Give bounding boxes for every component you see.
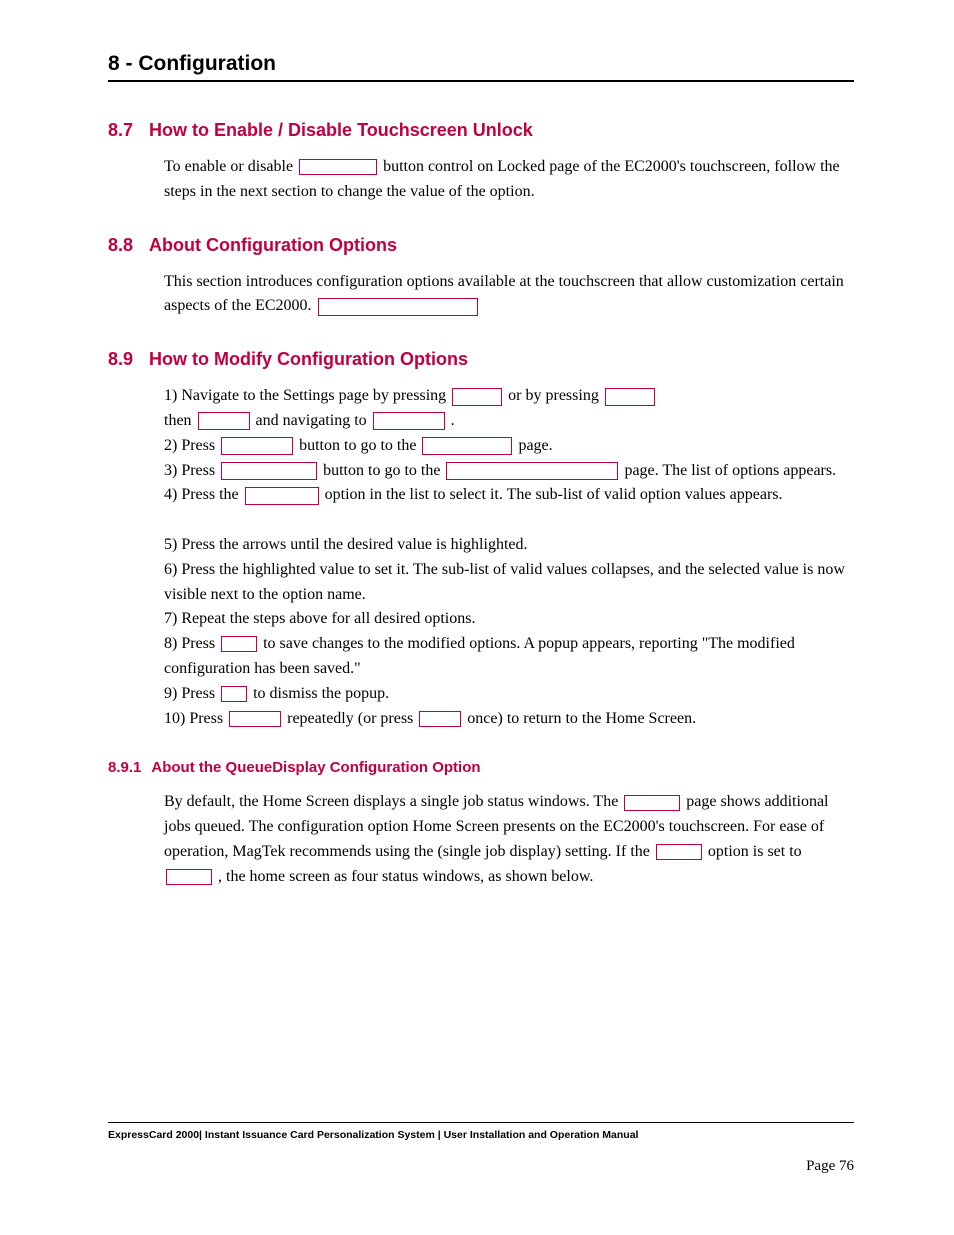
section-title: How to Enable / Disable Touchscreen Unlo… — [149, 120, 533, 141]
section-body: To enable or disable button control on L… — [164, 155, 854, 205]
section-number: 8.8 — [108, 235, 133, 256]
subsection-number: 8.9.1 — [108, 759, 141, 776]
section-8-8: 8.8 About Configuration Options This sec… — [108, 235, 854, 320]
document-page: 8 - Configuration 8.7 How to Enable / Di… — [0, 0, 954, 1235]
section-number: 8.9 — [108, 349, 133, 370]
section-title: How to Modify Configuration Options — [149, 349, 468, 370]
footer-rule — [108, 1122, 854, 1123]
section-body: This section introduces configuration op… — [164, 270, 854, 320]
subsection-title: About the QueueDisplay Configuration Opt… — [151, 759, 480, 776]
subsection-heading: 8.9.1 About the QueueDisplay Configurati… — [108, 759, 854, 776]
page-number: Page 76 — [806, 1158, 854, 1175]
subsection-body: By default, the Home Screen displays a s… — [164, 790, 854, 889]
section-heading: 8.9 How to Modify Configuration Options — [108, 349, 854, 370]
section-8-7: 8.7 How to Enable / Disable Touchscreen … — [108, 120, 854, 205]
footer-text: ExpressCard 2000| Instant Issuance Card … — [108, 1129, 854, 1141]
section-heading: 8.7 How to Enable / Disable Touchscreen … — [108, 120, 854, 141]
section-body: 1) Navigate to the Settings page by pres… — [164, 384, 854, 731]
section-number: 8.7 — [108, 120, 133, 141]
section-title: About Configuration Options — [149, 235, 397, 256]
section-8-9: 8.9 How to Modify Configuration Options … — [108, 349, 854, 889]
section-heading: 8.8 About Configuration Options — [108, 235, 854, 256]
page-footer: ExpressCard 2000| Instant Issuance Card … — [108, 1122, 854, 1141]
chapter-title: 8 - Configuration — [108, 52, 854, 82]
